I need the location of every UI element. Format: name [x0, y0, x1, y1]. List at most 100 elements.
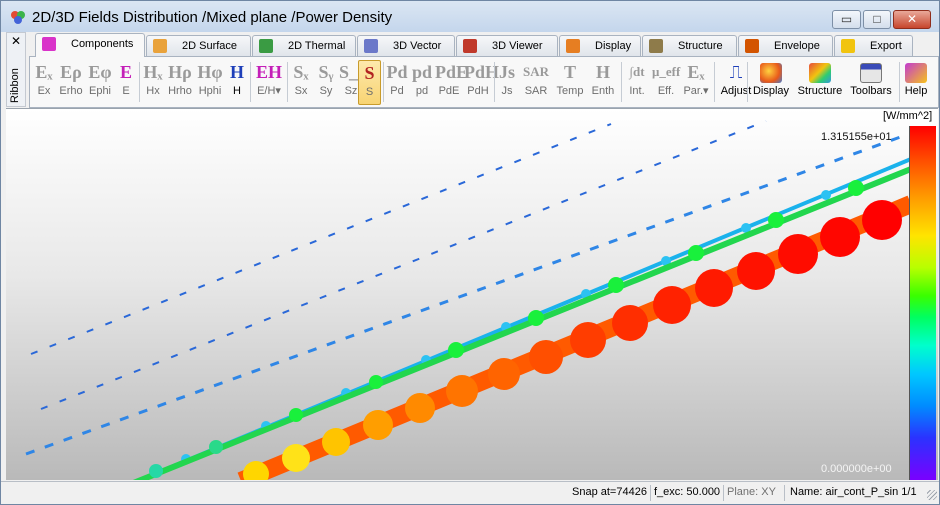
pdh-button[interactable]: PdH PdH	[464, 60, 500, 105]
tab-components[interactable]: Components	[35, 33, 145, 57]
ribbon-toolbar: Eₓ Ex Eρ Erho Eφ Ephi EE Hₓ Hx Hρ Hrho Hφ Hphi…	[29, 56, 939, 108]
display-button[interactable]: Display	[749, 60, 793, 105]
toolbar-separator	[250, 62, 251, 102]
resize-grip-icon[interactable]	[927, 490, 937, 500]
ribbon-close-icon[interactable]: ✕	[11, 34, 21, 48]
button-label: Sy	[319, 85, 333, 97]
toolbar-separator	[287, 62, 288, 102]
sx-button[interactable]: Sₓ Sx	[289, 60, 313, 105]
eh-button[interactable]: EH E/H▾	[253, 60, 285, 105]
button-label: Erho	[59, 85, 83, 97]
enth-button[interactable]: H Enth	[587, 60, 619, 105]
button-label: Structure	[797, 85, 843, 97]
button-label: Ephi	[88, 85, 112, 97]
pdh-icon: PdH	[464, 62, 500, 82]
legend-min-value: 0.000000e+00	[821, 463, 892, 475]
sar-button[interactable]: SAR SAR	[519, 60, 553, 105]
ex-icon: Eₓ	[35, 62, 53, 82]
button-label: Ex	[37, 85, 51, 97]
button-label: Hphi	[198, 85, 222, 97]
legend-max-value: 1.315155e+01	[821, 131, 892, 143]
tab-structure[interactable]: Structure	[642, 35, 737, 57]
hx-button[interactable]: Hₓ Hx	[141, 60, 165, 105]
field-viewport[interactable]: [W/mm^2] 1.315155e+01 0.000000e+00	[6, 108, 938, 480]
help-button[interactable]: Help	[901, 60, 931, 105]
viewer-3d-icon	[463, 39, 477, 53]
tab-export[interactable]: Export	[834, 35, 913, 57]
button-label: Sx	[294, 85, 308, 97]
e-button[interactable]: EE	[115, 60, 137, 105]
button-label: Hx	[146, 85, 160, 97]
s-button[interactable]: SS	[358, 60, 381, 105]
tab-label: Envelope	[774, 40, 820, 52]
toolbar-separator	[383, 62, 384, 102]
display-icon	[566, 39, 580, 53]
button-label: Toolbars	[850, 85, 892, 97]
ribbon-sidebar: ✕ Ribbon	[6, 32, 26, 107]
mu-eff-icon: μ_eff	[652, 64, 681, 79]
frequency-status: f_exc: 50.000	[654, 486, 721, 498]
hrho-button[interactable]: Hρ Hrho	[166, 60, 194, 105]
pde-icon: PdE	[435, 62, 469, 82]
button-label: Pd	[390, 85, 404, 97]
ex-button[interactable]: Eₓ Ex	[32, 60, 56, 105]
erho-button[interactable]: Eρ Erho	[57, 60, 85, 105]
envelope-icon	[745, 39, 759, 53]
hphi-button[interactable]: Hφ Hphi	[195, 60, 225, 105]
int-button[interactable]: ∫dt Int.	[623, 60, 651, 105]
temp-icon: T	[563, 62, 576, 82]
tab-label: 2D Surface	[182, 40, 238, 52]
pd-button[interactable]: Pd Pd	[385, 60, 409, 105]
tab-2d-thermal[interactable]: 2D Thermal	[252, 35, 356, 57]
pde-button[interactable]: PdE PdE	[435, 60, 469, 105]
title-bar: 2D/3D Fields Distribution /Mixed plane /…	[1, 1, 939, 32]
ephi-button[interactable]: Eφ Ephi	[86, 60, 114, 105]
button-label: Int.	[629, 85, 645, 97]
pd-icon: Pd	[386, 62, 408, 82]
button-label: PdE	[438, 85, 460, 97]
ephi-icon: Eφ	[88, 62, 112, 82]
js-button[interactable]: Js Js	[496, 60, 518, 105]
tab-envelope[interactable]: Envelope	[738, 35, 833, 57]
tab-label: Components	[71, 38, 134, 50]
sy-button[interactable]: Sᵧ Sy	[314, 60, 338, 105]
export-icon	[841, 39, 855, 53]
button-label: H	[233, 85, 241, 97]
maximize-button[interactable]: □	[863, 10, 891, 29]
button-label: Par.▾	[681, 84, 711, 98]
par-button[interactable]: Eₓ Par.▾	[681, 60, 711, 105]
toolbar-separator	[899, 62, 900, 102]
button-label: PdH	[467, 85, 489, 97]
snap-status: Snap at=74426	[572, 486, 647, 498]
hrho-icon: Hρ	[168, 62, 192, 82]
tab-label: 3D Vector	[393, 40, 442, 52]
eff-button[interactable]: μ_eff Eff.	[652, 60, 680, 105]
tab-label: 2D Thermal	[288, 40, 346, 52]
toolbars-icon	[860, 63, 882, 83]
tab-2d-surface[interactable]: 2D Surface	[146, 35, 251, 57]
e-components-icon	[42, 37, 56, 51]
temp-button[interactable]: T Temp	[554, 60, 586, 105]
status-separator	[784, 485, 785, 501]
s-icon: S	[364, 63, 375, 83]
tab-3d-vector[interactable]: 3D Vector	[357, 35, 455, 57]
tab-display[interactable]: Display	[559, 35, 641, 57]
close-button[interactable]: ✕	[893, 10, 931, 29]
app-icon	[11, 11, 25, 24]
toolbars-button[interactable]: Toolbars	[847, 60, 895, 105]
e-icon: E	[119, 62, 132, 82]
tab-label: Display	[595, 40, 632, 52]
structure-button[interactable]: Structure	[794, 60, 846, 105]
sar-icon: SAR	[522, 64, 549, 79]
button-label: Temp	[556, 85, 584, 97]
button-label: Js	[501, 85, 513, 97]
button-label: Display	[752, 85, 790, 97]
h-button[interactable]: HH	[226, 60, 248, 105]
toolbar-separator	[747, 62, 748, 102]
toolbar-separator	[494, 62, 495, 102]
button-label: pd	[415, 85, 429, 97]
vector-3d-icon	[364, 39, 378, 53]
pd-lower-button[interactable]: pd pd	[410, 60, 434, 105]
tab-3d-viewer[interactable]: 3D Viewer	[456, 35, 558, 57]
minimize-button[interactable]: ▭	[832, 10, 861, 29]
